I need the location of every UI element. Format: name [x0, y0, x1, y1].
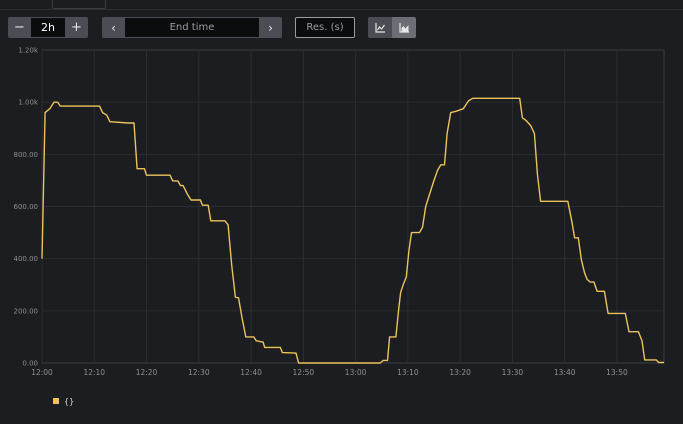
y-tick-label: 600.00: [14, 203, 39, 211]
resolution-input[interactable]: Res. (s): [295, 17, 355, 38]
x-tick-label: 12:40: [240, 368, 262, 377]
series-line[interactable]: [41, 97, 664, 364]
y-tick-label: 0.00: [22, 360, 38, 368]
y-tick-label: 800.00: [14, 151, 39, 159]
x-tick-label: 13:30: [502, 368, 524, 377]
stacked-chart-icon: [398, 22, 409, 33]
end-time-input[interactable]: End time: [125, 17, 259, 38]
x-tick-label: 13:20: [449, 368, 471, 377]
time-series-chart: 0.00 200.00 400.00 600.00 800.00 1.00k 1.20k 1…: [14, 47, 665, 377]
x-tick-label: 12:50: [293, 368, 315, 377]
top-tab-strip: [0, 0, 683, 10]
chart-grid: [41, 49, 665, 364]
range-input[interactable]: 2h: [31, 17, 65, 38]
y-tick-label: 400.00: [14, 255, 39, 263]
end-time-control: ‹ End time ›: [102, 17, 282, 38]
x-tick-label: 13:50: [606, 368, 628, 377]
legend-swatch[interactable]: [53, 398, 59, 404]
range-decrease-button[interactable]: −: [8, 17, 31, 38]
x-tick-label: 12:30: [188, 368, 210, 377]
stacked-chart-button[interactable]: [392, 17, 416, 38]
x-tick-label: 12:00: [31, 368, 53, 377]
time-forward-button[interactable]: ›: [259, 17, 282, 38]
chart-series: [41, 97, 664, 364]
x-tick-label: 13:00: [345, 368, 367, 377]
line-chart-icon: [374, 22, 385, 33]
y-tick-label: 1.20k: [18, 47, 39, 55]
time-back-button[interactable]: ‹: [102, 17, 125, 38]
range-increase-button[interactable]: +: [65, 17, 88, 38]
y-tick-label: 1.00k: [18, 99, 39, 107]
x-tick-label: 13:40: [554, 368, 576, 377]
legend: {}: [53, 396, 74, 406]
x-tick-label: 13:10: [397, 368, 419, 377]
y-axis: 0.00 200.00 400.00 600.00 800.00 1.00k 1.20k: [14, 47, 39, 368]
x-axis: 12:00 12:10 12:20 12:30 12:40 12:50 13:00 13:10…: [31, 368, 628, 377]
x-tick-label: 12:20: [136, 368, 158, 377]
query-tab[interactable]: [52, 0, 106, 9]
legend-label[interactable]: {}: [64, 397, 74, 406]
line-chart-button[interactable]: [368, 17, 392, 38]
y-tick-label: 200.00: [14, 307, 39, 315]
x-tick-label: 12:10: [83, 368, 105, 377]
range-control: − 2h +: [8, 17, 88, 38]
chart-type-toggle: [368, 17, 416, 38]
